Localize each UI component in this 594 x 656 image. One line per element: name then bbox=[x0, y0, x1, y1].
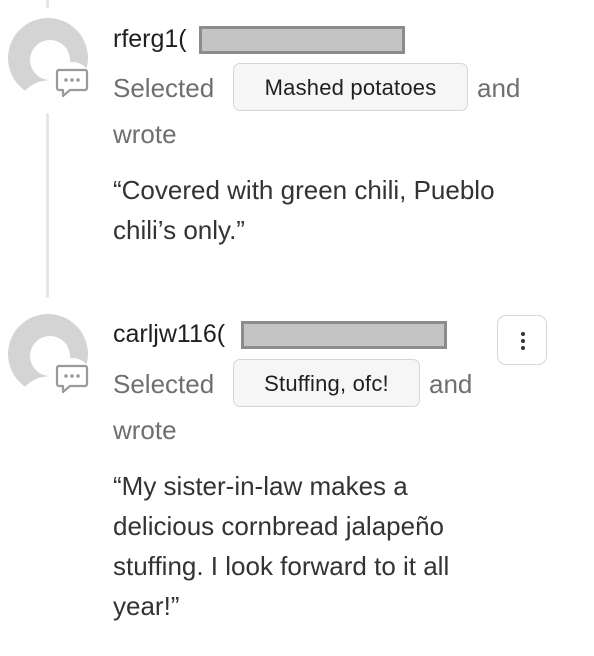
comment-text: “Covered with green chili, Pueblo chili’… bbox=[113, 175, 495, 245]
thread-line bbox=[46, 113, 49, 298]
username[interactable]: carljw116( bbox=[113, 318, 225, 350]
and-label: and bbox=[429, 369, 473, 399]
comment-text: “My sister-in-law makes a delicious corn… bbox=[113, 471, 450, 621]
redaction-box bbox=[241, 321, 447, 349]
avatar[interactable] bbox=[8, 314, 92, 398]
selected-label: Selected bbox=[113, 73, 215, 103]
selected-label: Selected bbox=[113, 369, 215, 399]
wrote-label: wrote bbox=[113, 415, 177, 445]
avatar[interactable] bbox=[8, 18, 92, 102]
redaction-box bbox=[199, 26, 405, 54]
username[interactable]: rferg1( bbox=[113, 23, 187, 55]
and-label: and bbox=[477, 73, 521, 103]
choice-chip[interactable]: Stuffing, ofc! bbox=[233, 359, 420, 407]
chat-bubble-icon bbox=[52, 358, 92, 398]
comment-feed: rferg1( Selected Mashed potatoes and wro… bbox=[0, 0, 594, 656]
thread-line-top bbox=[46, 0, 49, 8]
choice-chip[interactable]: Mashed potatoes bbox=[233, 63, 468, 111]
wrote-label: wrote bbox=[113, 119, 177, 149]
vertical-ellipsis-icon bbox=[521, 332, 525, 350]
more-options-button[interactable] bbox=[497, 315, 547, 365]
chat-bubble-icon bbox=[52, 62, 92, 102]
